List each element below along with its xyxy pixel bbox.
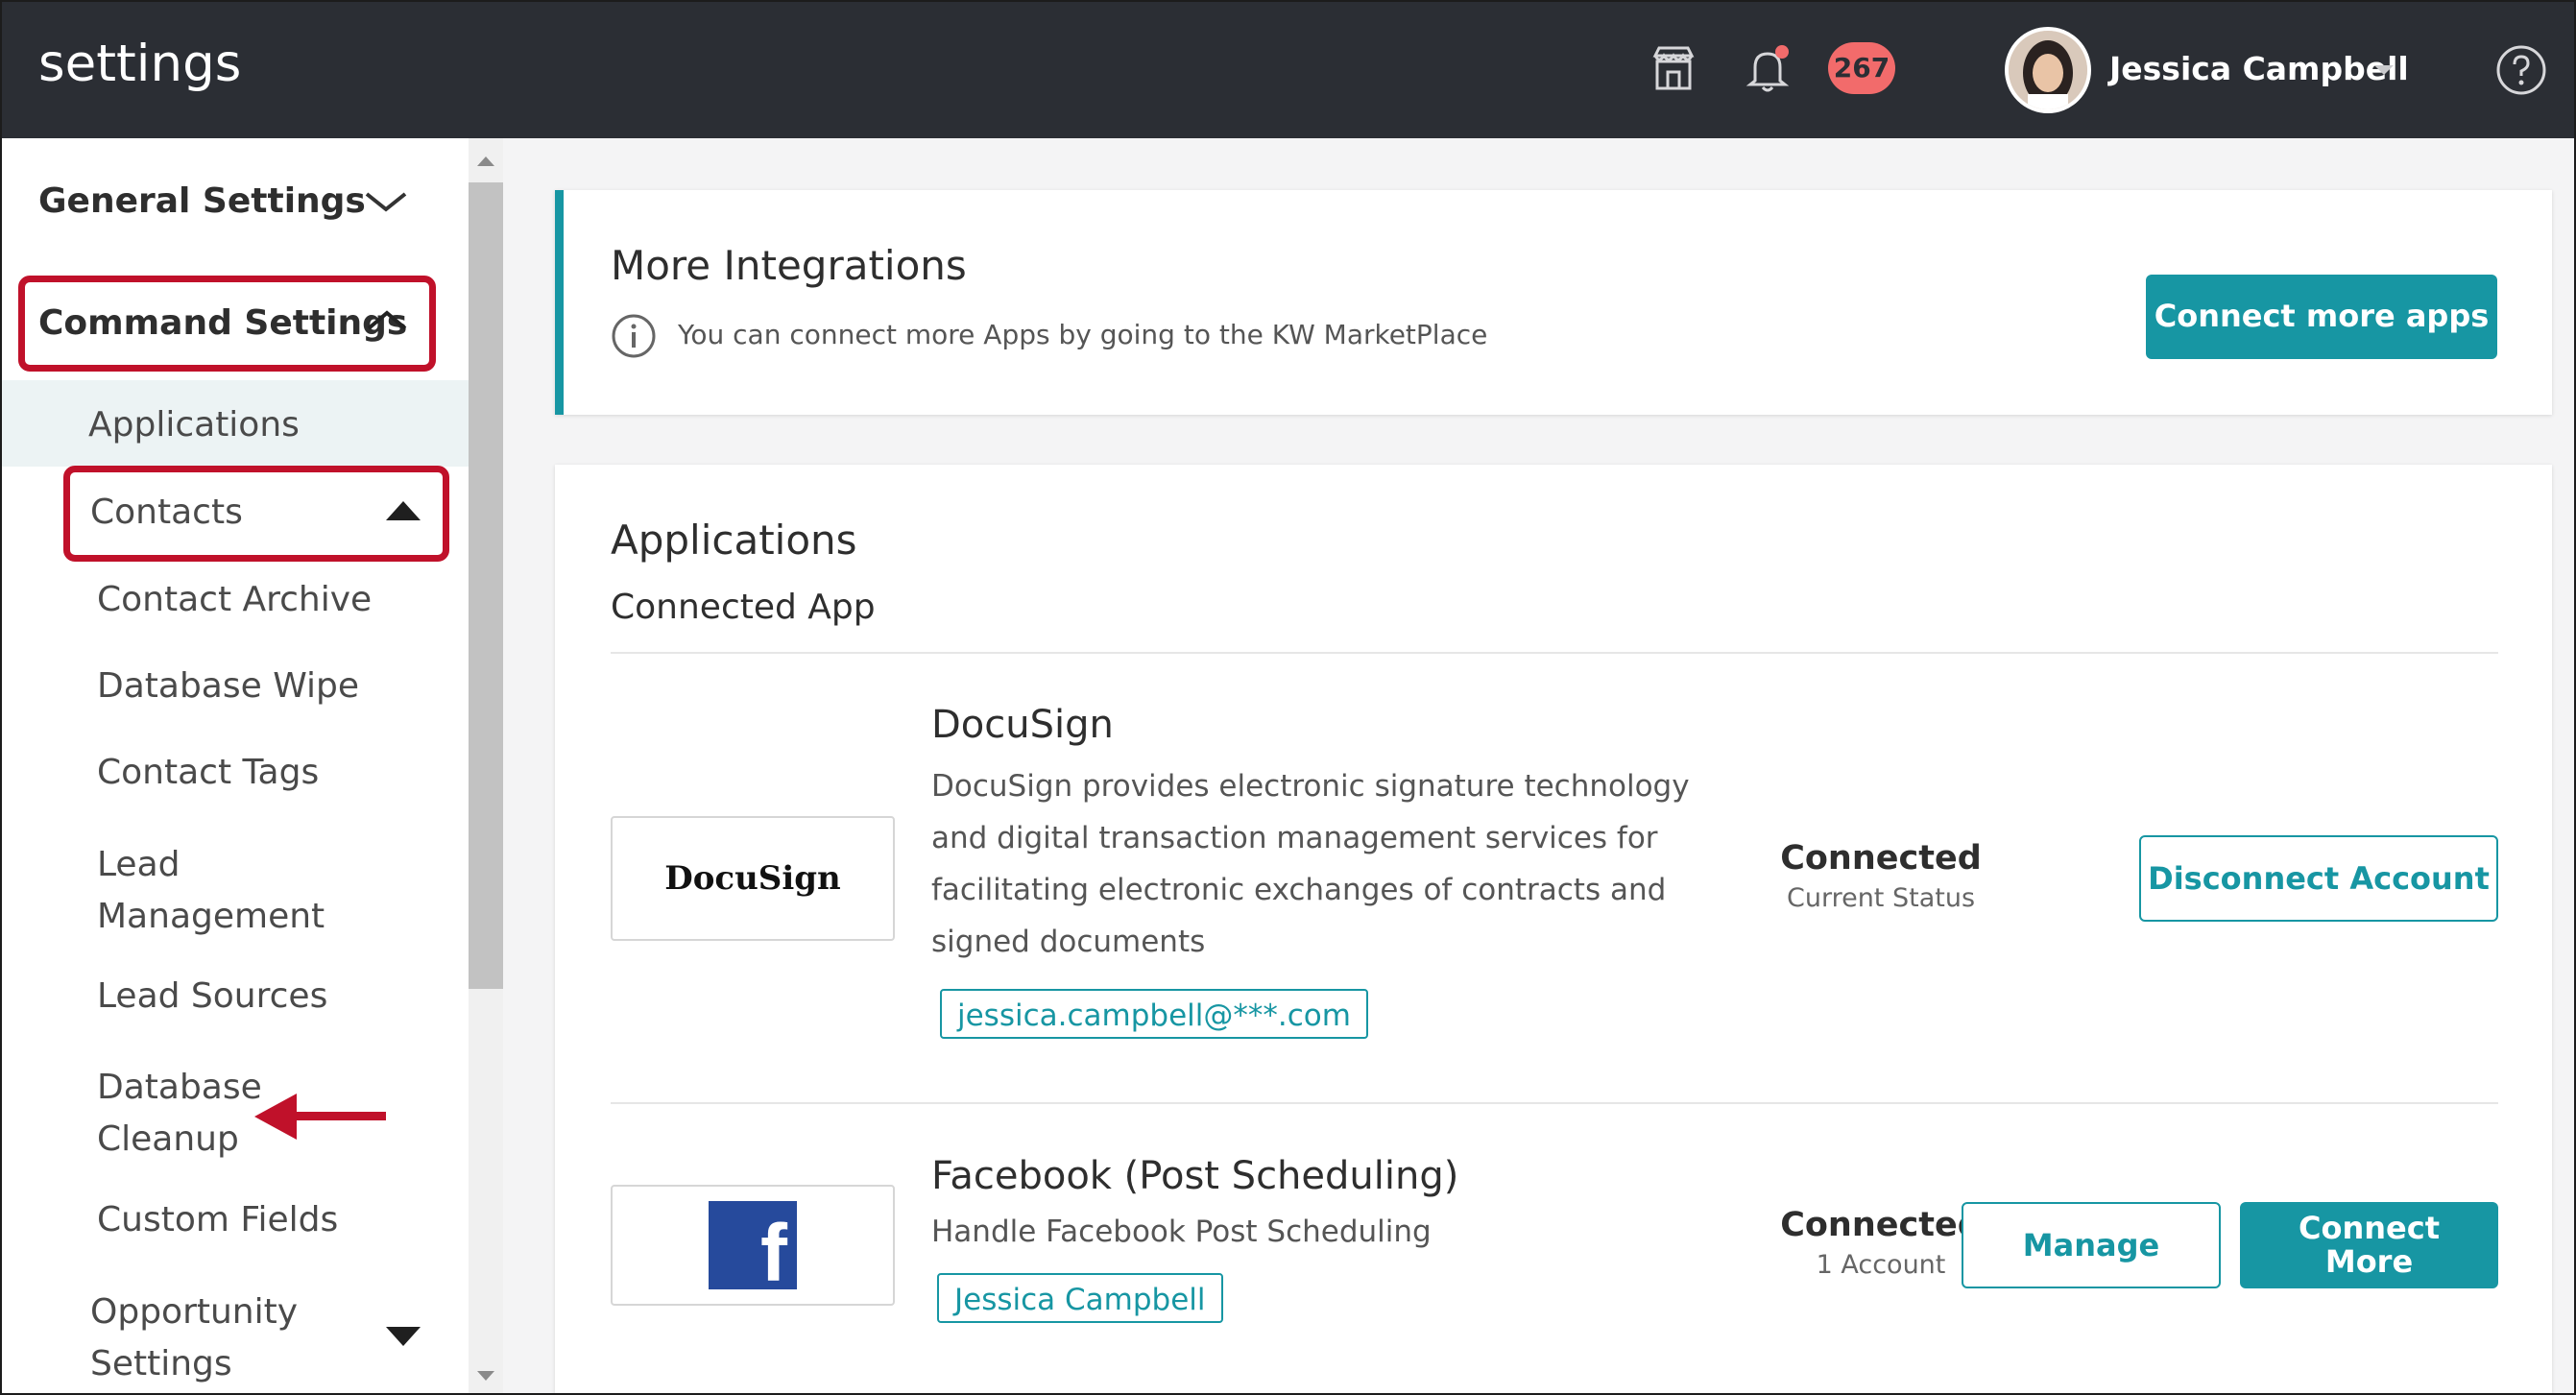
integrations-info-text: You can connect more Apps by going to th… (678, 319, 1488, 350)
sidebar-item-database-wipe[interactable]: Database Wipe (97, 666, 359, 706)
sidebar: General Settings Command Settings Applic… (0, 138, 469, 1395)
app-description-docusign: DocuSign provides electronic signature t… (931, 769, 1690, 959)
more-integrations-card: More Integrations You can connect more A… (555, 190, 2552, 415)
sidebar-scrollbar-thumb[interactable] (469, 182, 503, 989)
sidebar-item-contact-tags[interactable]: Contact Tags (97, 753, 319, 792)
sidebar-item-lead-management[interactable]: Lead Management (97, 839, 325, 943)
highlight-contacts (63, 466, 449, 562)
page-title: settings (38, 35, 242, 93)
app-name-docusign: DocuSign (931, 703, 1114, 747)
avatar[interactable] (2005, 27, 2091, 113)
app-description-facebook: Handle Facebook Post Scheduling (931, 1215, 1432, 1249)
applications-title: Applications (611, 517, 857, 564)
facebook-logo: f (611, 1185, 895, 1306)
scroll-up-arrow-icon[interactable] (477, 156, 494, 166)
disconnect-account-button[interactable]: Disconnect Account (2139, 835, 2498, 922)
divider (611, 1102, 2498, 1104)
user-dropdown-caret-icon[interactable] (2374, 65, 2394, 75)
account-chip-docusign[interactable]: jessica.campbell@***.com (940, 989, 1368, 1039)
notification-count-badge[interactable]: 267 (1828, 42, 1895, 94)
sidebar-item-opportunity-settings[interactable]: Opportunity Settings (90, 1287, 298, 1390)
sidebar-item-applications[interactable]: Applications (88, 405, 300, 445)
user-name[interactable]: Jessica Campbell (2109, 50, 2409, 87)
connect-more-apps-button[interactable]: Connect more apps (2146, 275, 2497, 359)
scroll-down-arrow-icon[interactable] (477, 1371, 494, 1381)
facebook-icon: f (709, 1201, 797, 1293)
integrations-title: More Integrations (611, 242, 967, 289)
info-icon (612, 314, 656, 358)
status-sub-docusign: Current Status (1786, 883, 1976, 913)
applications-card: Applications Connected App DocuSign Docu… (555, 465, 2552, 1395)
sidebar-item-custom-fields[interactable]: Custom Fields (97, 1200, 338, 1239)
app-name-facebook: Facebook (Post Scheduling) (931, 1154, 1459, 1198)
red-arrow-annotation (288, 1112, 386, 1120)
account-chip-facebook[interactable]: Jessica Campbell (937, 1273, 1223, 1323)
highlight-command-settings (18, 276, 436, 372)
card-accent-bar (555, 190, 564, 415)
connect-more-button[interactable]: Connect More (2240, 1202, 2498, 1288)
chevron-down-icon[interactable] (363, 188, 409, 215)
red-arrow-head (254, 1094, 297, 1140)
bell-icon[interactable] (1742, 42, 1794, 94)
manage-button[interactable]: Manage (1962, 1202, 2221, 1288)
connected-app-subtitle: Connected App (611, 588, 876, 627)
sidebar-item-contact-archive[interactable]: Contact Archive (97, 580, 372, 619)
top-bar: settings 267 Jessica Campbell (0, 0, 2576, 138)
marketplace-icon[interactable] (1648, 42, 1699, 94)
caret-down-icon[interactable] (386, 1327, 421, 1346)
sidebar-item-lead-sources[interactable]: Lead Sources (97, 976, 327, 1016)
docusign-logo: DocuSign (611, 816, 895, 941)
divider (611, 652, 2498, 654)
help-icon[interactable] (2494, 43, 2548, 97)
sidebar-item-database-cleanup[interactable]: Database Cleanup (97, 1062, 262, 1166)
status-docusign: Connected (1780, 839, 1982, 878)
sidebar-general-settings[interactable]: General Settings (38, 181, 366, 221)
